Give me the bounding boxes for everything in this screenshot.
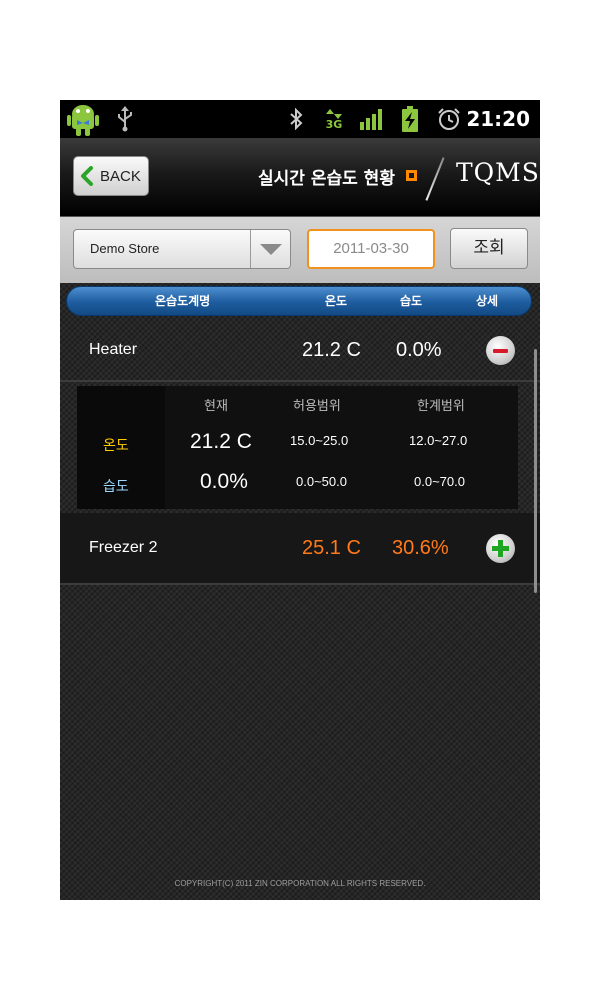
expand-button[interactable]: [486, 534, 515, 563]
table-header: 온습도계명 온도 습도 상세: [66, 286, 532, 316]
collapse-button[interactable]: [486, 336, 515, 365]
dropdown-divider: [250, 230, 251, 268]
device-humidity: 0.0%: [396, 339, 442, 361]
page-title: 실시간 온습도 현황: [258, 169, 395, 189]
detail-label-temp: 온도: [103, 438, 129, 454]
store-dropdown-value: Demo Store: [90, 241, 160, 256]
minus-icon: [493, 349, 508, 353]
device-temp: 21.2 C: [302, 339, 361, 361]
plus-icon-vertical: [498, 540, 503, 557]
column-header-detail: 상세: [476, 294, 499, 308]
table-row[interactable]: Freezer 2 25.1 C 30.6%: [60, 513, 540, 583]
device-humidity: 30.6%: [392, 537, 449, 559]
signal-icon: [358, 100, 386, 138]
detail-label-humidity: 습도: [103, 479, 129, 495]
search-button[interactable]: 조회: [450, 228, 528, 269]
date-input[interactable]: 2011-03-30: [307, 229, 435, 269]
3g-label: 3G: [325, 117, 343, 131]
store-dropdown[interactable]: Demo Store: [73, 229, 291, 269]
status-time: 21:20: [466, 107, 530, 131]
usb-icon: [114, 100, 136, 138]
detail-header-allowed: 허용범위: [293, 399, 341, 414]
logo-divider: [425, 157, 445, 201]
column-header-humidity: 습도: [400, 294, 423, 308]
detail-humidity-allowed: 0.0~50.0: [296, 474, 347, 489]
copyright-text: COPYRIGHT(C) 2011 ZIN CORPORATION ALL RI…: [174, 879, 426, 888]
alarm-icon: [436, 100, 462, 138]
sensor-list: 온습도계명 온도 습도 상세 Heater 21.2 C 0.0% 현재 허용범…: [60, 283, 540, 900]
status-bar: 3G 21:20: [60, 100, 540, 138]
detail-temp-allowed: 15.0~25.0: [290, 433, 349, 448]
device-name: Heater: [89, 341, 138, 358]
row-divider: [60, 583, 540, 585]
detail-header-limit: 한계범위: [417, 399, 465, 414]
tqms-logo: TQMS: [456, 158, 540, 187]
table-row[interactable]: Heater 21.2 C 0.0%: [60, 316, 540, 384]
column-header-name: 온습도계명: [155, 294, 211, 308]
device-name: Freezer 2: [89, 539, 158, 556]
back-button-label: BACK: [100, 167, 141, 185]
phone-screen: 3G 21:20 BACK 실시간 온습도 현황 TQMS Demo Store…: [60, 100, 540, 900]
title-bar: BACK 실시간 온습도 현황 TQMS: [60, 138, 540, 217]
column-header-temp: 온도: [325, 294, 348, 308]
chevron-down-icon: [260, 244, 282, 255]
chevron-left-icon: [81, 166, 93, 186]
row-divider: [60, 380, 540, 382]
detail-header-current: 현재: [204, 399, 228, 414]
android-robot-icon: [66, 100, 100, 138]
scrollbar[interactable]: [534, 349, 537, 593]
filter-bar: Demo Store 2011-03-30 조회: [60, 217, 540, 283]
back-button[interactable]: BACK: [73, 156, 149, 196]
device-temp: 25.1 C: [302, 537, 361, 559]
detail-humidity-current: 0.0%: [200, 470, 248, 493]
title-square-icon: [406, 170, 417, 181]
detail-panel: 현재 허용범위 한계범위 온도 21.2 C 15.0~25.0 12.0~27…: [77, 386, 518, 509]
3g-icon: 3G: [322, 100, 346, 138]
detail-temp-limit: 12.0~27.0: [409, 433, 468, 448]
detail-temp-current: 21.2 C: [190, 430, 252, 453]
bluetooth-icon: [286, 100, 306, 138]
battery-icon: [400, 100, 420, 138]
detail-humidity-limit: 0.0~70.0: [414, 474, 465, 489]
